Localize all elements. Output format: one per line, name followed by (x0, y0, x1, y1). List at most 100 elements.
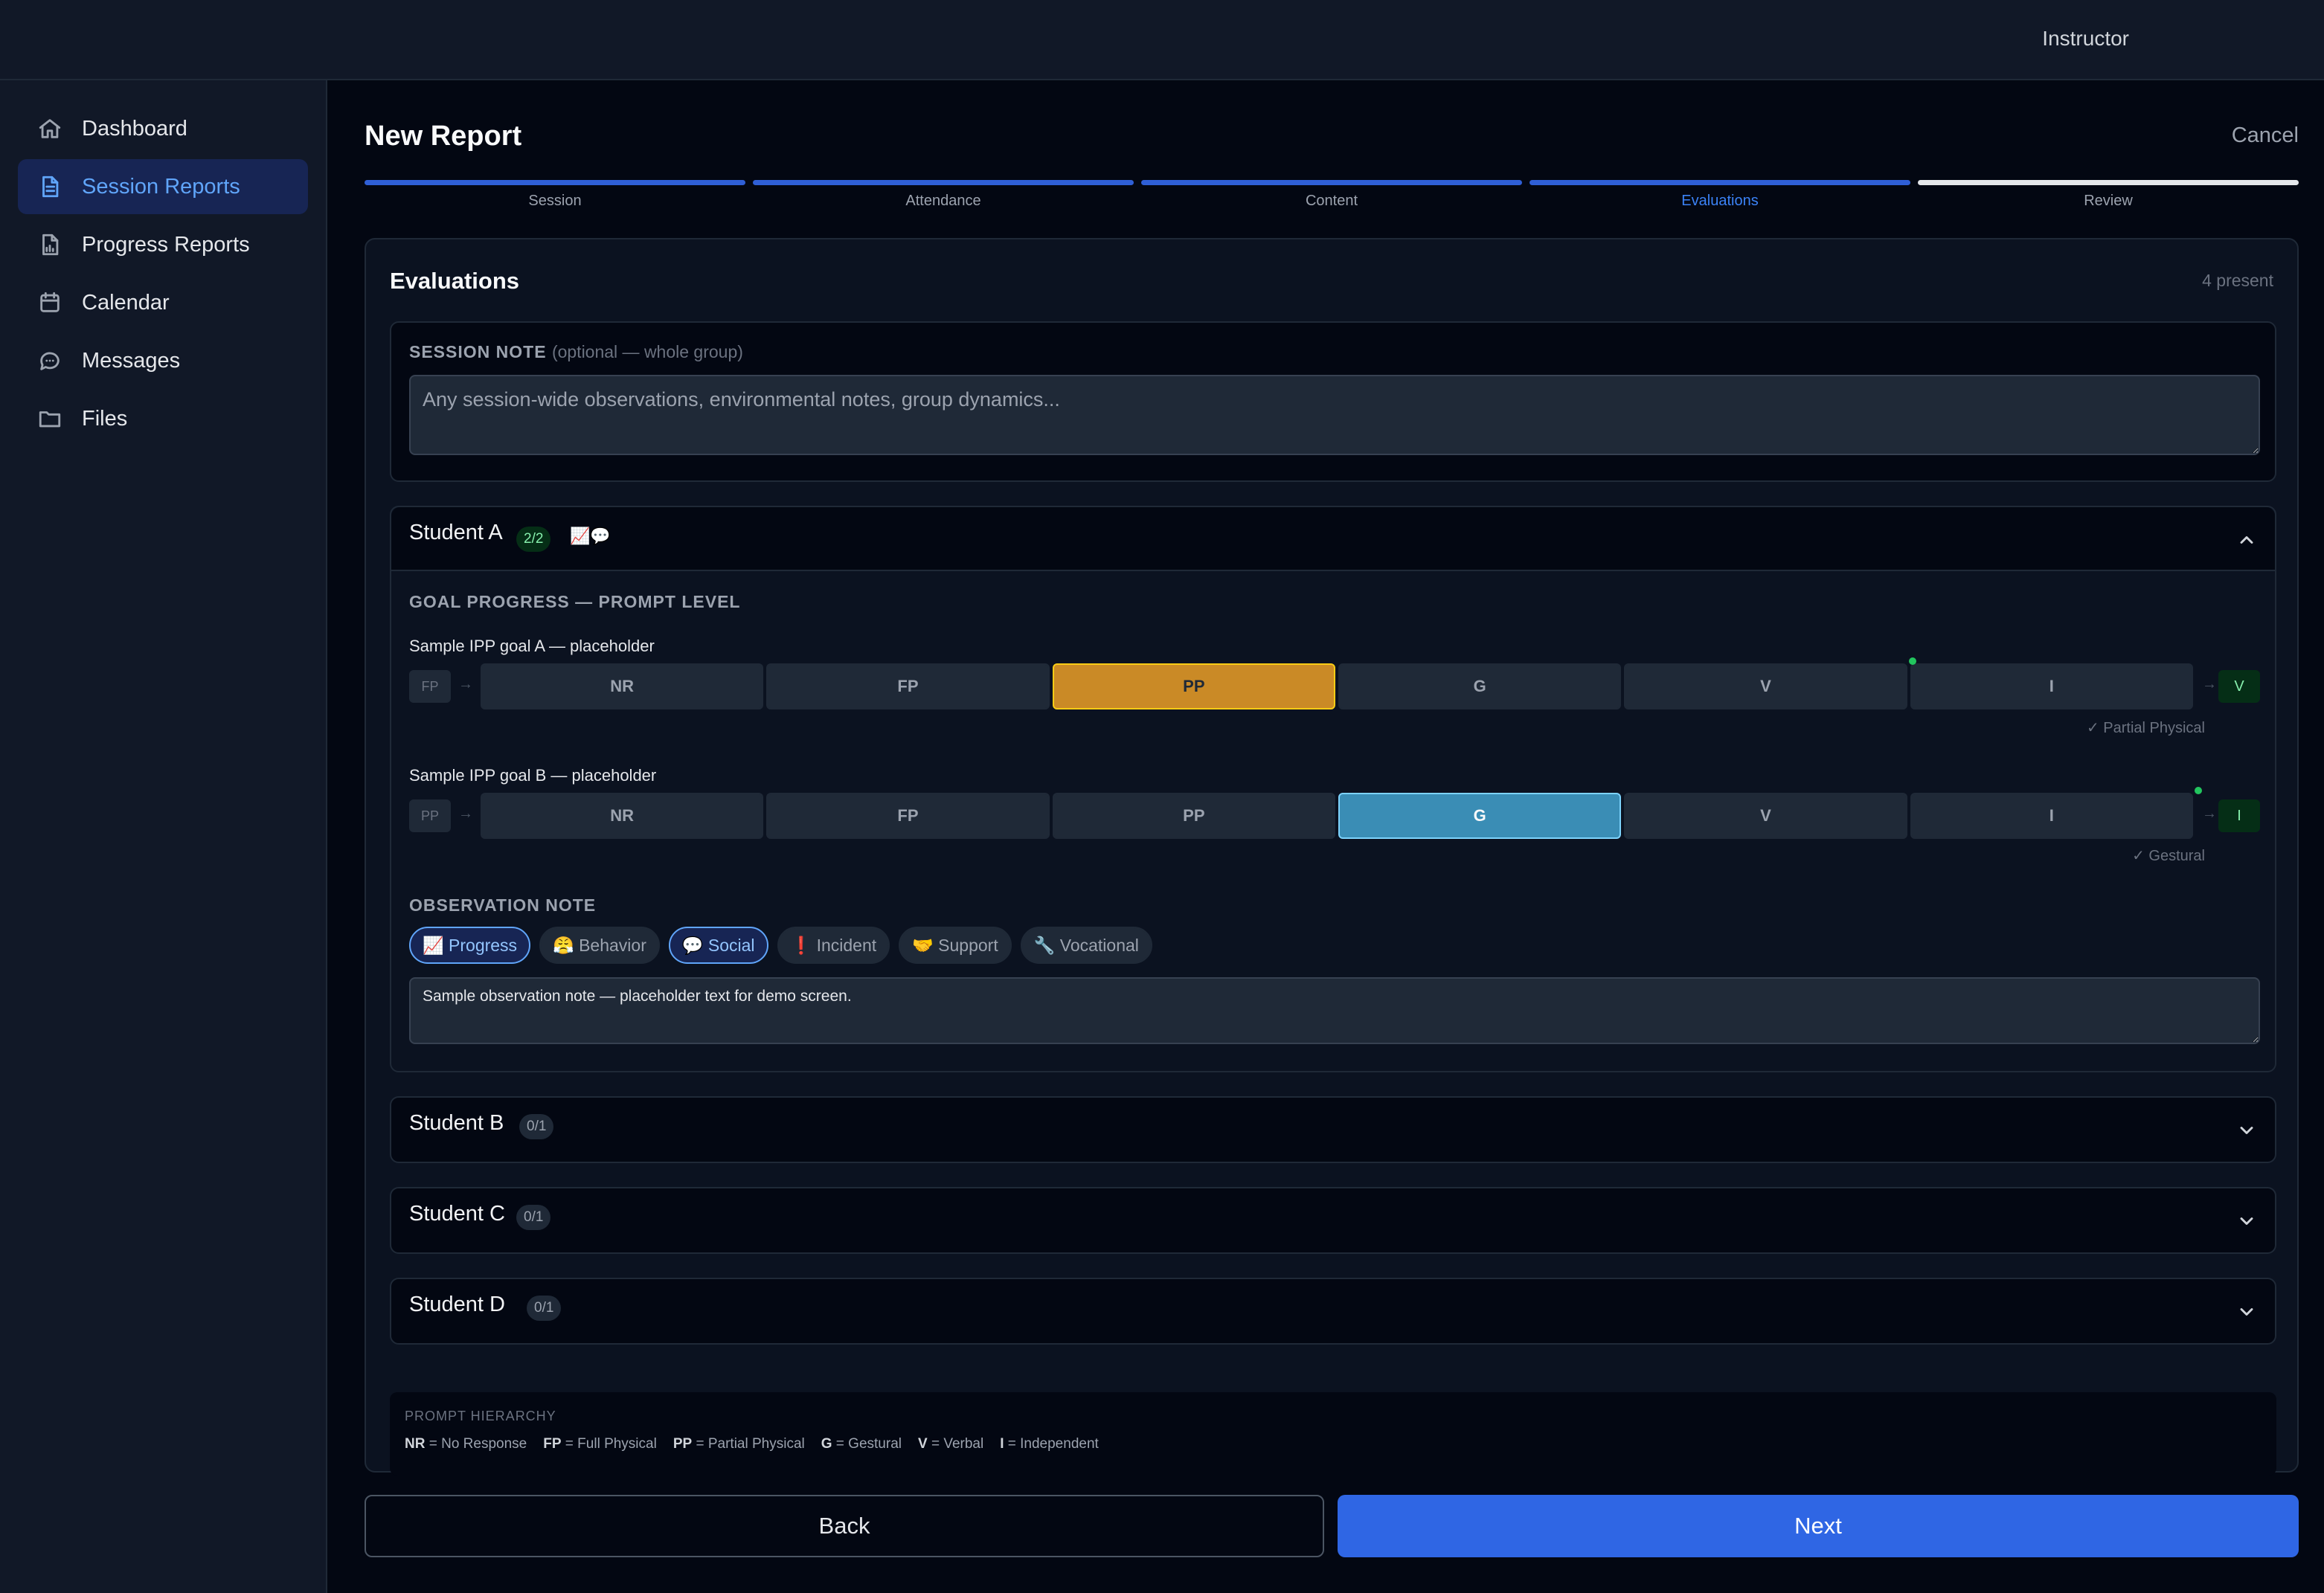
goal-count-badge: 0/1 (527, 1296, 562, 1321)
target-marker-dot (1909, 657, 1916, 665)
student-header[interactable]: Student A 2/2 📈💬 (391, 507, 2275, 571)
back-button[interactable]: Back (365, 1495, 1324, 1557)
chevron-down-icon[interactable] (2236, 1301, 2257, 1322)
evaluations-card: Evaluations 4 present SESSION NOTE (opti… (365, 238, 2299, 1475)
step-bar (1141, 180, 1522, 185)
document-icon (37, 174, 62, 199)
level-option-g[interactable]: G (1338, 793, 1622, 839)
sidebar-item-session-reports[interactable]: Session Reports (18, 159, 308, 214)
level-option-pp[interactable]: PP (1052, 793, 1335, 839)
step-label: Session (528, 193, 582, 209)
student-name: Student C (409, 1202, 505, 1226)
student-name: Student B (409, 1111, 504, 1135)
level-option-pp[interactable]: PP (1052, 663, 1335, 709)
chip-incident[interactable]: ❗ Incident (777, 927, 890, 964)
session-note-input[interactable] (409, 375, 2260, 455)
legend-item: NR = No Response (405, 1436, 527, 1452)
step-label: Content (1305, 193, 1358, 209)
chip-social[interactable]: 💬 Social (668, 927, 768, 964)
step-review[interactable]: Review (1918, 180, 2299, 210)
legend-item: I = Independent (1000, 1436, 1099, 1452)
goal-count-badge: 0/1 (516, 1205, 551, 1230)
home-icon (37, 116, 62, 141)
step-bar (365, 180, 745, 185)
legend-abbr: NR (405, 1436, 426, 1452)
sidebar-item-calendar[interactable]: Calendar (18, 275, 308, 330)
arrow-right-icon: → (2202, 676, 2217, 692)
legend-title: PROMPT HIERARCHY (405, 1409, 556, 1423)
step-session[interactable]: Session (365, 180, 745, 210)
level-option-fp[interactable]: FP (766, 793, 1050, 839)
step-label: Attendance (905, 193, 981, 209)
level-option-fp[interactable]: FP (766, 663, 1050, 709)
progress-stepper: Session Attendance Content Evaluations R… (365, 180, 2299, 210)
note-tags-icons: 📈💬 (570, 527, 611, 545)
step-attendance[interactable]: Attendance (753, 180, 1134, 210)
prompt-level-row: PP → NR FP PP G V I → I (409, 787, 2260, 839)
legend-items: NR = No Response FP = Full Physical PP =… (405, 1436, 2262, 1452)
target-level-tag: I (2218, 799, 2260, 832)
sidebar-item-label: Dashboard (82, 116, 187, 141)
chip-progress[interactable]: 📈 Progress (409, 927, 531, 964)
level-option-i[interactable]: I (1910, 793, 2193, 839)
prompt-level-row: FP → NR FP PP G V I → V (409, 657, 2260, 709)
level-option-v[interactable]: V (1624, 663, 1907, 709)
prompt-level-options: NR FP PP G V I (481, 793, 2193, 839)
goal-label: Sample IPP goal B — placeholder (409, 766, 657, 785)
legend-desc: = No Response (428, 1436, 527, 1452)
student-panel-b: Student B 0/1 (390, 1096, 2276, 1163)
cancel-button[interactable]: Cancel (2232, 123, 2299, 148)
student-header[interactable]: Student C 0/1 (391, 1188, 2275, 1252)
legend-abbr: FP (543, 1436, 562, 1452)
step-evaluations[interactable]: Evaluations (1529, 180, 1910, 210)
goal-count-badge: 0/1 (519, 1114, 554, 1139)
chip-vocational[interactable]: 🔧 Vocational (1020, 927, 1152, 964)
sidebar-item-files[interactable]: Files (18, 391, 308, 446)
level-option-i[interactable]: I (1910, 663, 2193, 709)
student-header[interactable]: Student B 0/1 (391, 1098, 2275, 1162)
session-note-title: SESSION NOTE (409, 342, 547, 361)
sidebar-item-label: Progress Reports (82, 232, 250, 257)
prompt-hierarchy-legend: PROMPT HIERARCHY NR = No Response FP = F… (390, 1392, 2276, 1475)
sidebar-item-dashboard[interactable]: Dashboard (18, 101, 308, 156)
student-panel-d: Student D 0/1 (390, 1278, 2276, 1345)
page-title: New Report (365, 120, 522, 152)
legend-desc: = Independent (1007, 1436, 1099, 1452)
legend-desc: = Verbal (931, 1436, 984, 1452)
chip-support[interactable]: 🤝 Support (899, 927, 1012, 964)
chip-behavior[interactable]: 😤 Behavior (539, 927, 660, 964)
level-option-nr[interactable]: NR (481, 663, 764, 709)
goal-progress-label: GOAL PROGRESS — PROMPT LEVEL (409, 592, 741, 611)
level-option-v[interactable]: V (1624, 793, 1907, 839)
chevron-down-icon[interactable] (2236, 1120, 2257, 1141)
level-option-g[interactable]: G (1338, 663, 1622, 709)
sidebar-item-messages[interactable]: Messages (18, 333, 308, 388)
top-bar: Instructor (0, 0, 2324, 80)
arrow-right-icon: → (458, 805, 473, 822)
arrow-right-icon: → (2202, 805, 2217, 822)
next-button[interactable]: Next (1338, 1495, 2299, 1557)
session-note-label: SESSION NOTE (optional — whole group) (409, 342, 743, 362)
chevron-down-icon[interactable] (2236, 1211, 2257, 1232)
level-option-nr[interactable]: NR (481, 793, 764, 839)
user-role-label[interactable]: Instructor (2042, 27, 2129, 51)
step-content[interactable]: Content (1141, 180, 1522, 210)
target-level-tag: V (2218, 670, 2260, 703)
chevron-up-icon[interactable] (2236, 530, 2257, 550)
student-header[interactable]: Student D 0/1 (391, 1279, 2275, 1343)
wizard-footer: Back Next (365, 1495, 2299, 1557)
session-note-optional: (optional — whole group) (551, 342, 743, 361)
student-panel-c: Student C 0/1 (390, 1187, 2276, 1254)
legend-item: PP = Partial Physical (673, 1436, 805, 1452)
student-name: Student A (409, 521, 503, 544)
observation-note-input[interactable]: Sample observation note — placeholder te… (409, 977, 2260, 1044)
report-chart-icon (37, 232, 62, 257)
step-bar (1529, 180, 1910, 185)
legend-abbr: PP (673, 1436, 693, 1452)
step-bar (1918, 180, 2299, 185)
legend-abbr: I (1000, 1436, 1004, 1452)
sidebar-item-label: Messages (82, 348, 181, 373)
selected-level-note: ✓ Partial Physical (2086, 720, 2205, 736)
sidebar-item-progress-reports[interactable]: Progress Reports (18, 217, 308, 272)
calendar-icon (37, 290, 62, 315)
